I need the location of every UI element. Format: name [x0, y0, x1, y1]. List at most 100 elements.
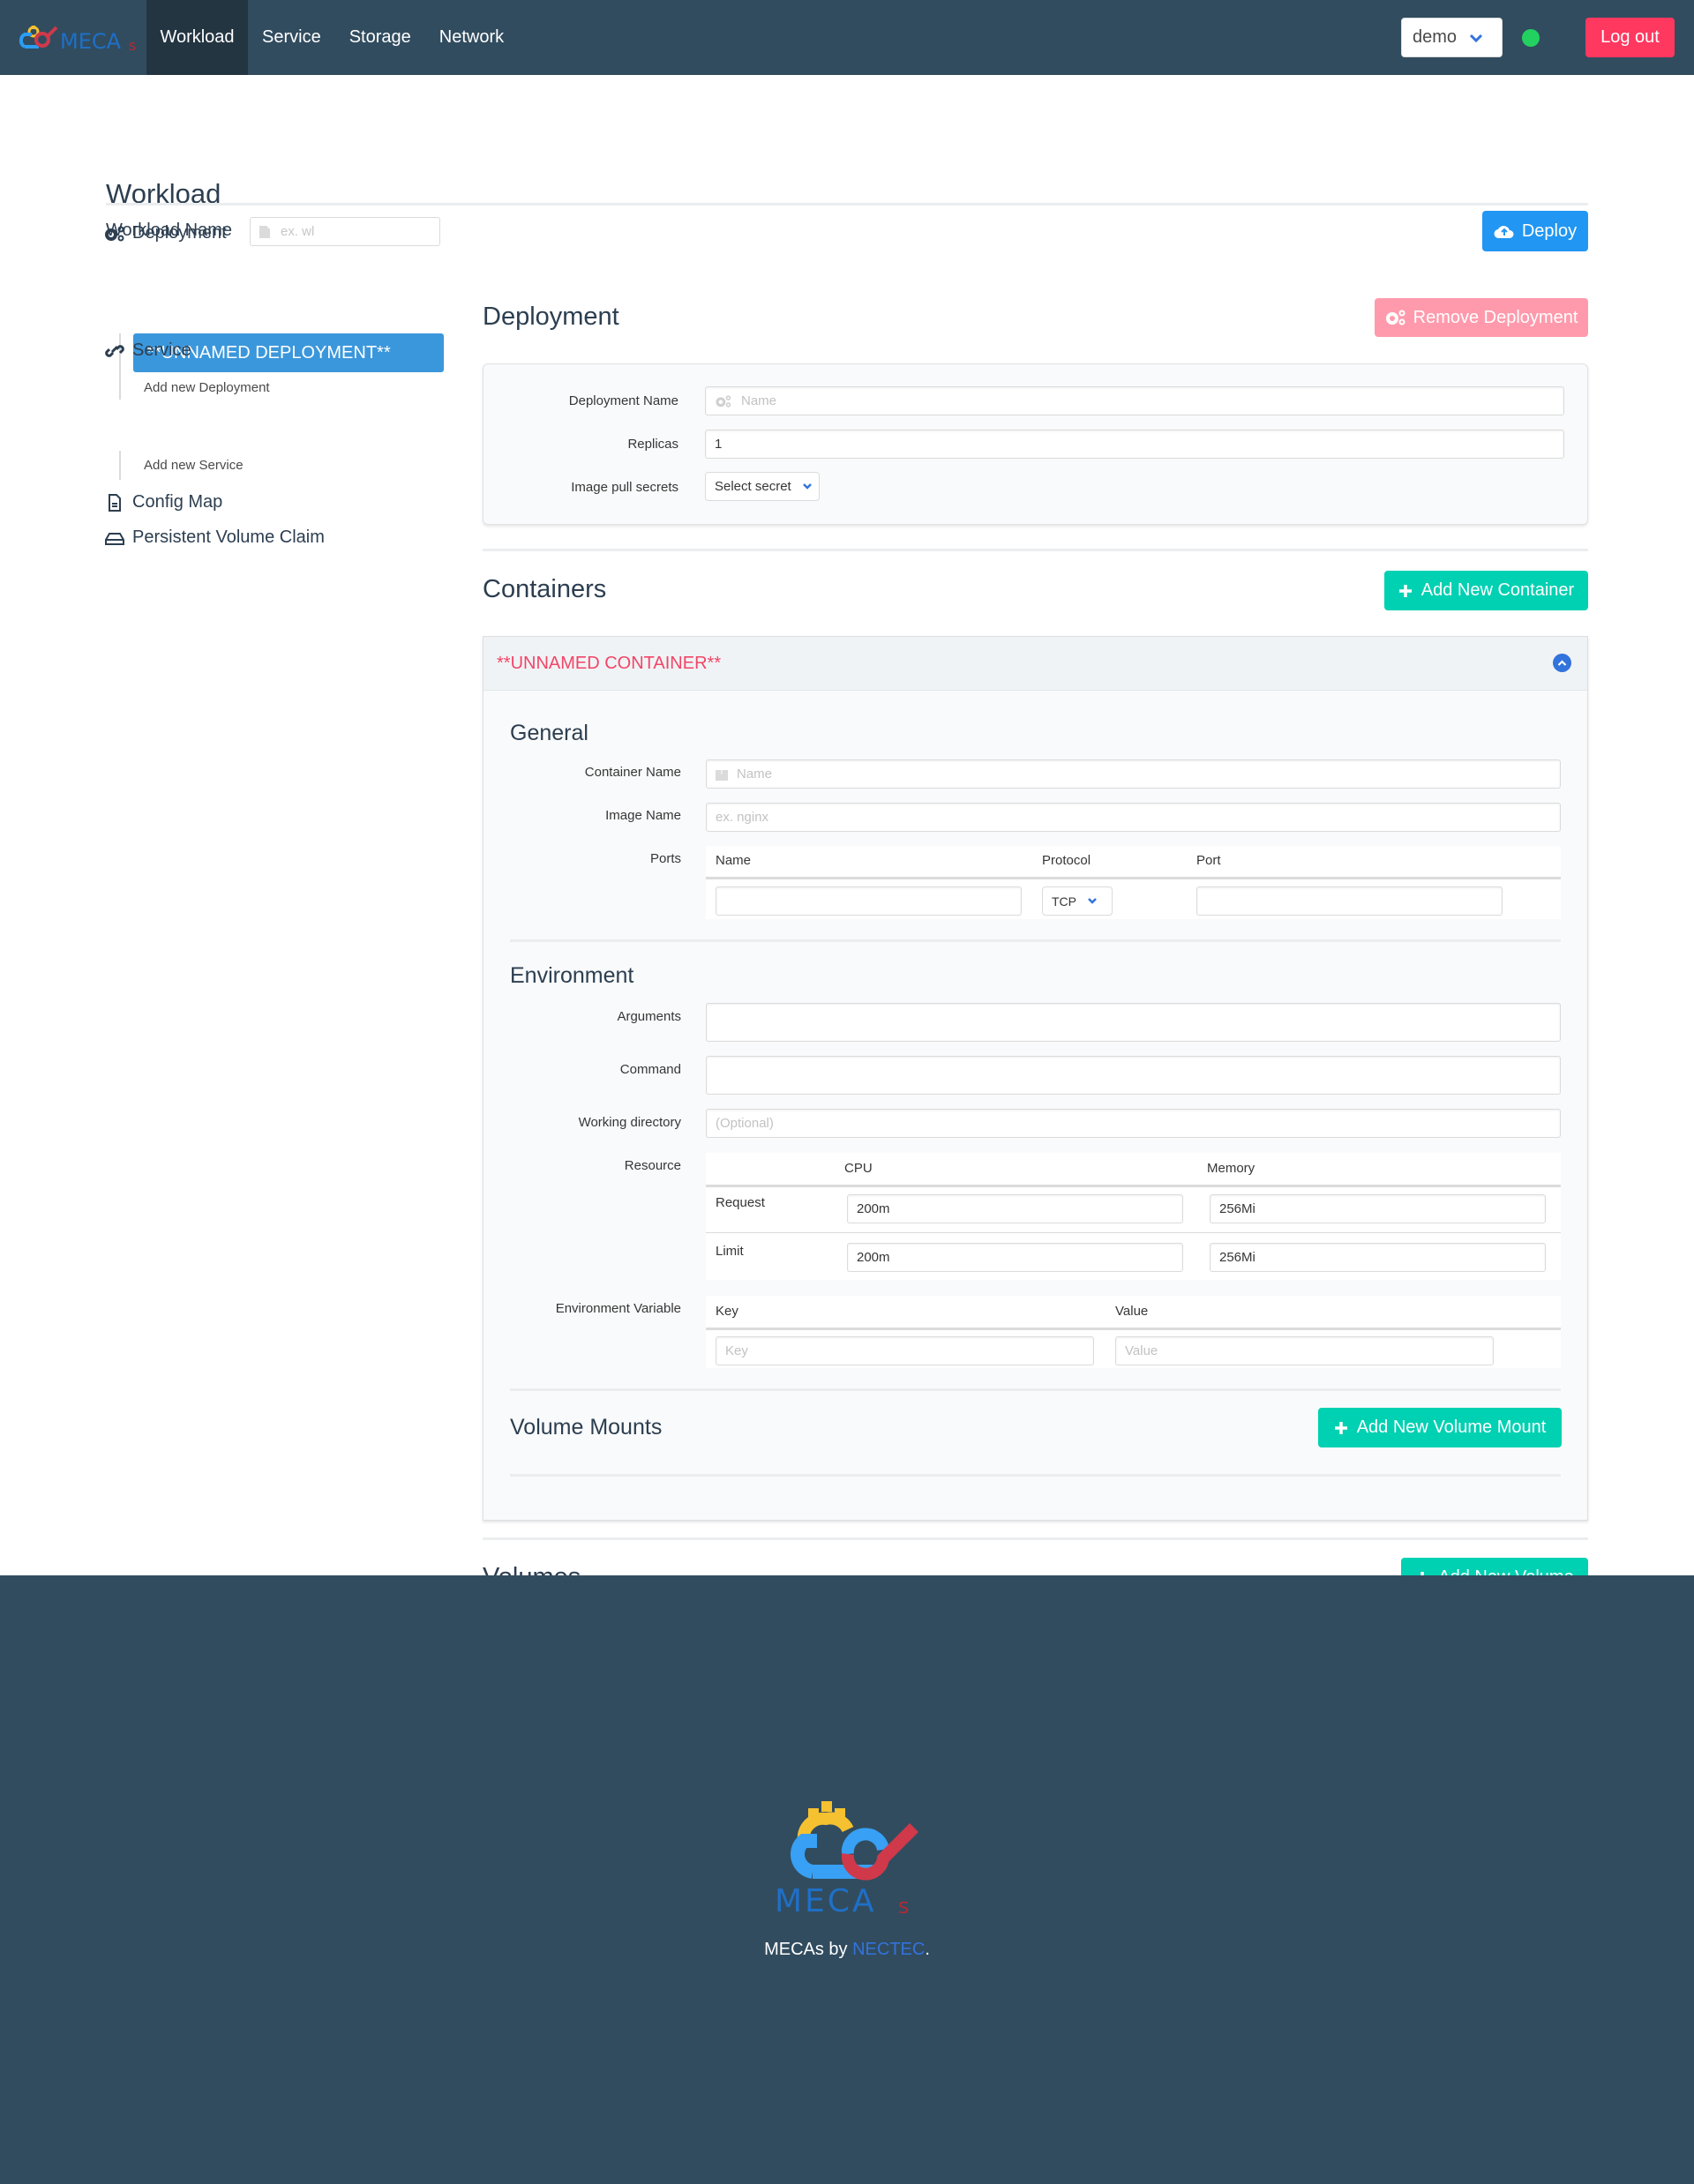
- env-key-input[interactable]: Key: [716, 1336, 1094, 1365]
- replicas-input[interactable]: 1: [705, 430, 1564, 459]
- arguments-label: Arguments: [617, 1009, 681, 1024]
- deployment-name-placeholder: Name: [741, 393, 777, 408]
- namespace-value: demo: [1413, 27, 1458, 47]
- nav-workload[interactable]: Workload: [146, 0, 248, 75]
- link-icon: [105, 344, 124, 357]
- cpu-limit-input[interactable]: 200m: [847, 1243, 1183, 1272]
- sidebar-item-pvc[interactable]: Persistent Volume Claim: [104, 527, 325, 548]
- ports-col-protocol: Protocol: [1042, 853, 1091, 868]
- add-container-label: Add New Container: [1420, 580, 1575, 600]
- replicas-label: Replicas: [627, 437, 678, 452]
- sidebar-service-label: Service: [132, 340, 191, 360]
- add-service-link[interactable]: Add new Service: [144, 458, 244, 473]
- deployment-title: Deployment: [483, 303, 619, 331]
- sidebar-deployment-label: Deployment: [132, 223, 227, 243]
- collapse-toggle-icon[interactable]: [1553, 654, 1571, 672]
- container-name-placeholder: Name: [737, 767, 773, 782]
- environment-title: Environment: [510, 963, 634, 988]
- box-icon: [716, 769, 728, 781]
- namespace-select[interactable]: demo: [1401, 18, 1503, 57]
- cogs-icon: [1385, 310, 1405, 325]
- chevron-down-icon: [802, 483, 812, 490]
- port-number-input[interactable]: [1196, 886, 1503, 916]
- container-header[interactable]: **UNNAMED CONTAINER**: [483, 637, 1587, 691]
- deploy-label: Deploy: [1521, 221, 1578, 241]
- image-name-label: Image Name: [605, 808, 681, 823]
- navbar-right: demo Log out: [1401, 18, 1675, 57]
- container-name-input[interactable]: Name: [706, 759, 1561, 789]
- plus-icon: [1398, 584, 1412, 597]
- resource-row-label: Limit: [716, 1244, 744, 1259]
- connection-status-indicator: [1522, 28, 1540, 47]
- svg-text:s: s: [898, 1894, 910, 1918]
- add-volume-mount-button[interactable]: Add New Volume Mount: [1318, 1408, 1562, 1447]
- deployment-name-input[interactable]: Name: [705, 386, 1564, 415]
- cpu-request-input[interactable]: 200m: [847, 1194, 1183, 1223]
- chevron-down-icon: [1088, 898, 1097, 904]
- env-col-key: Key: [716, 1304, 738, 1319]
- divider: [483, 549, 1588, 551]
- resource-table: CPU Memory Request 200m 256Mi Limit 200m…: [706, 1153, 1561, 1280]
- table-rule: [706, 1328, 1561, 1330]
- command-input[interactable]: [706, 1056, 1561, 1095]
- top-navbar: MECA s Workload Service Storage Network …: [0, 0, 1694, 75]
- command-label: Command: [619, 1062, 681, 1077]
- cogs-icon: [105, 226, 124, 241]
- sidebar-config-map-label: Config Map: [132, 492, 223, 512]
- deployment-name-label: Deployment Name: [568, 393, 678, 408]
- arguments-input[interactable]: [706, 1003, 1561, 1042]
- container-header-title: **UNNAMED CONTAINER**: [497, 653, 722, 673]
- workload-name-input[interactable]: ex. wl: [250, 217, 440, 246]
- general-title: General: [510, 721, 588, 745]
- working-directory-input[interactable]: (Optional): [706, 1109, 1561, 1138]
- add-deployment-link[interactable]: Add new Deployment: [144, 380, 270, 395]
- port-name-input[interactable]: [716, 886, 1022, 916]
- ports-col-port: Port: [1196, 853, 1221, 868]
- environment-variable-label: Environment Variable: [555, 1301, 681, 1316]
- footer-text-prefix: MECAs by: [764, 1940, 853, 1959]
- tree-line: [119, 451, 121, 480]
- resource-col-memory: Memory: [1207, 1161, 1256, 1176]
- nav-service[interactable]: Service: [248, 0, 335, 75]
- container-name-label: Container Name: [584, 765, 681, 780]
- containers-title: Containers: [483, 575, 607, 603]
- port-protocol-select[interactable]: TCP: [1042, 886, 1113, 916]
- resource-label: Resource: [624, 1158, 681, 1173]
- cogs-icon: [716, 394, 731, 408]
- working-directory-label: Working directory: [578, 1115, 681, 1130]
- nav-network[interactable]: Network: [425, 0, 518, 75]
- resource-row-label: Request: [716, 1195, 765, 1210]
- add-container-button[interactable]: Add New Container: [1384, 571, 1588, 610]
- ports-label: Ports: [649, 851, 681, 866]
- nectec-link[interactable]: NECTEC: [852, 1940, 925, 1959]
- env-var-table: Key Value Key Value: [706, 1296, 1561, 1368]
- sidebar-item-config-map[interactable]: Config Map: [104, 492, 222, 512]
- image-pull-secrets-select[interactable]: Select secret: [705, 472, 820, 501]
- memory-limit-input[interactable]: 256Mi: [1210, 1243, 1546, 1272]
- logout-button[interactable]: Log out: [1585, 18, 1675, 57]
- nav-storage[interactable]: Storage: [335, 0, 425, 75]
- ports-col-name: Name: [716, 853, 752, 868]
- svg-text:s: s: [129, 37, 136, 54]
- resource-col-cpu: CPU: [844, 1161, 873, 1176]
- memory-request-input[interactable]: 256Mi: [1210, 1194, 1546, 1223]
- remove-deployment-button[interactable]: Remove Deployment: [1375, 298, 1588, 337]
- mecas-logo-icon: MECA s: [775, 1801, 918, 1919]
- remove-deployment-label: Remove Deployment: [1413, 307, 1578, 327]
- table-rule: [706, 877, 1561, 879]
- deployment-form: Deployment Name Name Replicas 1 Image pu…: [483, 363, 1588, 525]
- env-col-value: Value: [1115, 1304, 1149, 1319]
- brand-logo[interactable]: MECA s: [0, 0, 146, 75]
- env-value-input[interactable]: Value: [1115, 1336, 1494, 1365]
- divider: [483, 1537, 1588, 1540]
- image-pull-secrets-value: Select secret: [715, 479, 791, 494]
- sidebar-item-deployment[interactable]: Deployment: [104, 223, 227, 243]
- footer-logo: MECA s: [773, 1792, 921, 1929]
- sidebar-pvc-label: Persistent Volume Claim: [132, 527, 325, 547]
- chevron-down-icon: [1469, 34, 1483, 42]
- sidebar-item-service[interactable]: Service: [104, 340, 191, 361]
- mecas-logo-icon: MECA s: [19, 25, 136, 54]
- deploy-button[interactable]: Deploy: [1482, 211, 1588, 251]
- image-name-input[interactable]: ex. nginx: [706, 803, 1561, 832]
- ports-table: Name Protocol Port TCP: [706, 846, 1561, 919]
